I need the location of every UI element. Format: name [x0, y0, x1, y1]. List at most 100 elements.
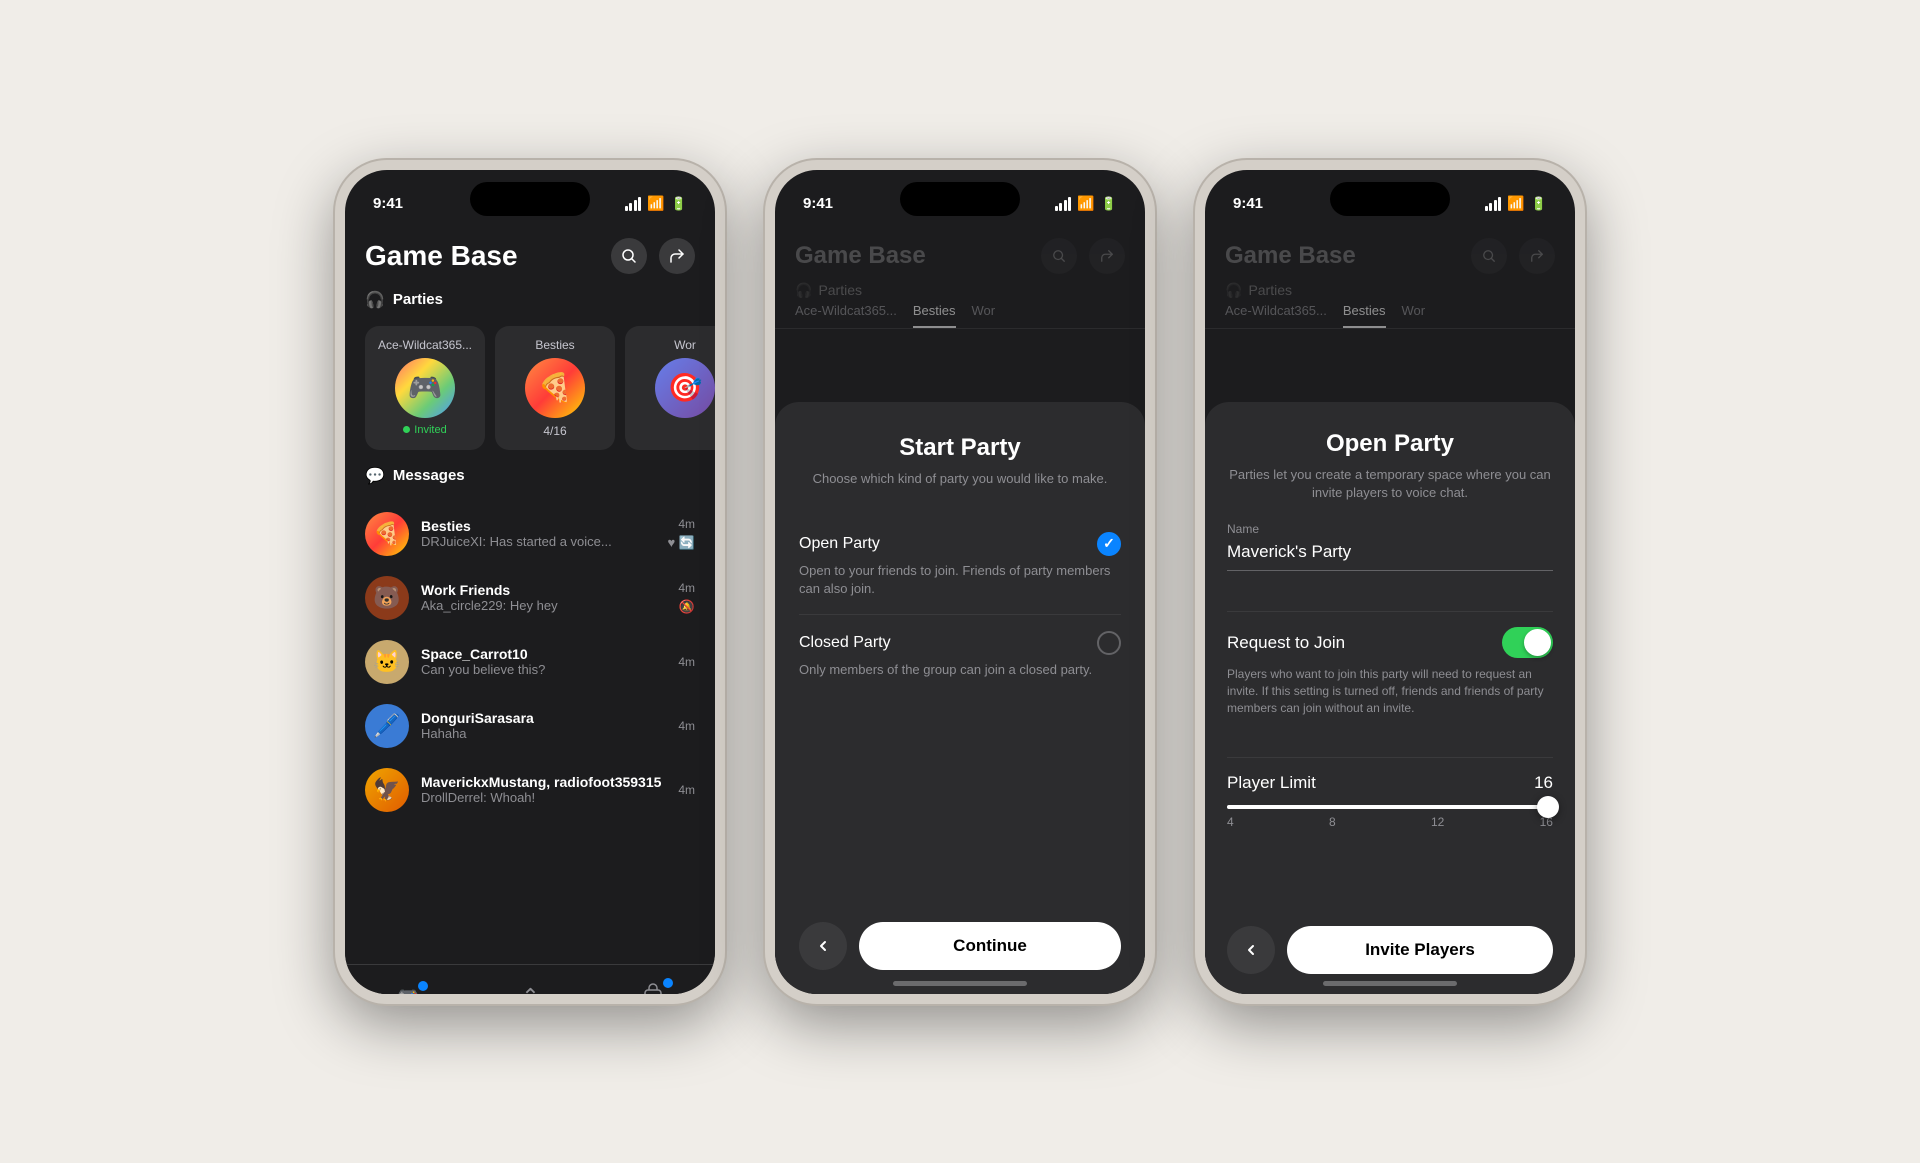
message-avatar-maverick: 🦅 — [365, 768, 409, 812]
closed-party-radio[interactable] — [1097, 631, 1121, 655]
request-to-join-label: Request to Join — [1227, 633, 1345, 653]
blurred-icons-3 — [1471, 238, 1555, 274]
blurred-share-2 — [1089, 238, 1125, 274]
message-preview-donguri: Hahaha — [421, 726, 666, 741]
blurred-parties-3: 🎧 Parties — [1225, 282, 1555, 299]
wifi-icon-3: 📶 — [1507, 195, 1524, 212]
slider-thumb[interactable] — [1537, 796, 1559, 818]
open-party-header: Open Party — [799, 532, 1121, 556]
back-button-3[interactable] — [1227, 926, 1275, 974]
closed-party-desc: Only members of the group can join a clo… — [799, 661, 1121, 679]
message-content-work: Work Friends Aka_circle229: Hey hey — [421, 582, 666, 613]
parties-icon: 🎧 — [365, 290, 385, 310]
party-avatar-besties: 🍕 — [525, 358, 585, 418]
parties-row: Ace-Wildcat365... 🎮 Invited Besties 🍕 4/… — [345, 318, 715, 458]
tab-party[interactable] — [641, 982, 665, 1004]
party-avatar-ace: 🎮 — [395, 358, 455, 418]
back-button-2[interactable] — [799, 922, 847, 970]
messages-label: Messages — [393, 467, 465, 484]
home-tab-icon: ⌃ — [521, 984, 539, 1004]
tick-4: 4 — [1227, 815, 1234, 829]
party-tab-icon — [641, 982, 665, 1004]
parties-label: Parties — [393, 291, 443, 308]
party-card-besties[interactable]: Besties 🍕 4/16 — [495, 326, 615, 450]
message-item-work[interactable]: 🐻 Work Friends Aka_circle229: Hey hey 4m… — [345, 566, 715, 630]
party-name-input[interactable]: Maverick's Party — [1227, 542, 1553, 571]
message-item-maverick[interactable]: 🦅 MaverickxMustang, radiofoot359315 Drol… — [345, 758, 715, 822]
message-preview-besties: DRJuiceXI: Has started a voice... — [421, 534, 655, 549]
signal-icon-3 — [1485, 197, 1502, 211]
message-time-maverick: 4m — [678, 783, 695, 797]
toggle-knob — [1524, 629, 1551, 656]
name-label: Name — [1227, 522, 1553, 536]
tab-gamebase[interactable]: 🎮 — [395, 985, 420, 1004]
phone-2: 9:41 📶 🔋 Game Base — [765, 160, 1155, 1004]
closed-party-option[interactable]: Closed Party Only members of the group c… — [799, 615, 1121, 695]
signal-icon — [625, 197, 642, 211]
slider-ticks: 4 8 12 16 — [1227, 815, 1553, 829]
message-meta-work: 4m 🔕 — [678, 581, 695, 615]
message-meta-maverick: 4m — [678, 783, 695, 797]
status-time-3: 9:41 — [1233, 195, 1263, 212]
party-card-ace[interactable]: Ace-Wildcat365... 🎮 Invited — [365, 326, 485, 450]
blurred-tab-wor-3: Wor — [1402, 303, 1426, 328]
home-indicator-2 — [893, 981, 1027, 986]
message-avatar-donguri: 🖊️ — [365, 704, 409, 748]
gamebase-header: Game Base — [345, 222, 715, 282]
start-party-modal: Start Party Choose which kind of party y… — [775, 402, 1145, 994]
player-limit-value: 16 — [1534, 773, 1553, 793]
message-meta-besties: 4m ♥ 🔄 — [667, 517, 695, 551]
player-limit-slider[interactable]: 4 8 12 16 — [1227, 805, 1553, 829]
parties-section-header: 🎧 Parties — [345, 282, 715, 318]
battery-icon-2: 🔋 — [1101, 196, 1117, 212]
invite-players-button[interactable]: Invite Players — [1287, 926, 1553, 974]
party-card-wor[interactable]: Wor 🎯 — [625, 326, 715, 450]
blurred-tabs-2: Ace-Wildcat365... Besties Wor — [775, 303, 1145, 329]
messages-list: 🍕 Besties DRJuiceXI: Has started a voice… — [345, 494, 715, 830]
tab-home[interactable]: ⌃ — [521, 984, 539, 1004]
start-party-subtitle: Choose which kind of party you would lik… — [799, 470, 1121, 488]
divider-1 — [1227, 611, 1553, 612]
home-indicator-3 — [1323, 981, 1457, 986]
continue-button[interactable]: Continue — [859, 922, 1121, 970]
player-limit-row: Player Limit 16 — [1227, 773, 1553, 793]
share-button[interactable] — [659, 238, 695, 274]
status-icons-2: 📶 🔋 — [1055, 195, 1117, 212]
message-avatar-besties: 🍕 — [365, 512, 409, 556]
dynamic-island — [470, 182, 590, 216]
open-party-name: Open Party — [799, 535, 880, 553]
message-item-donguri[interactable]: 🖊️ DonguriSarasara Hahaha 4m — [345, 694, 715, 758]
message-name-donguri: DonguriSarasara — [421, 710, 666, 726]
message-content-maverick: MaverickxMustang, radiofoot359315 DrollD… — [421, 774, 666, 805]
message-time-donguri: 4m — [678, 719, 695, 733]
slider-fill — [1227, 805, 1553, 809]
message-item-space[interactable]: 🐱 Space_Carrot10 Can you believe this? 4… — [345, 630, 715, 694]
open-party-bottom: Invite Players — [1227, 910, 1553, 974]
open-party-radio[interactable] — [1097, 532, 1121, 556]
status-icons-3: 📶 🔋 — [1485, 195, 1547, 212]
blurred-icons-2 — [1041, 238, 1125, 274]
blurred-tabs-3: Ace-Wildcat365... Besties Wor — [1205, 303, 1575, 329]
bottom-tab-bar: 🎮 ⌃ — [345, 964, 715, 1004]
blurred-tab-besties: Besties — [913, 303, 956, 328]
open-party-option[interactable]: Open Party Open to your friends to join.… — [799, 516, 1121, 615]
blurred-title-2: Game Base — [795, 242, 926, 270]
phone-3: 9:41 📶 🔋 Game Base — [1195, 160, 1585, 1004]
wifi-icon: 📶 — [647, 195, 664, 212]
dynamic-island-3 — [1330, 182, 1450, 216]
closed-party-header: Closed Party — [799, 631, 1121, 655]
search-button[interactable] — [611, 238, 647, 274]
blurred-header-3: Game Base — [1205, 222, 1575, 303]
blurred-tab-wor: Wor — [972, 303, 996, 328]
message-item-besties[interactable]: 🍕 Besties DRJuiceXI: Has started a voice… — [345, 502, 715, 566]
message-time-space: 4m — [678, 655, 695, 669]
message-content-space: Space_Carrot10 Can you believe this? — [421, 646, 666, 677]
message-preview-maverick: DrollDerrel: Whoah! — [421, 790, 666, 805]
signal-icon-2 — [1055, 197, 1072, 211]
dynamic-island-2 — [900, 182, 1020, 216]
tab-badge — [418, 981, 428, 991]
invite-players-label: Invite Players — [1365, 940, 1475, 960]
request-to-join-toggle[interactable] — [1502, 627, 1553, 658]
blurred-tab-ace-3: Ace-Wildcat365... — [1225, 303, 1327, 328]
request-to-join-row: Request to Join — [1227, 627, 1553, 658]
